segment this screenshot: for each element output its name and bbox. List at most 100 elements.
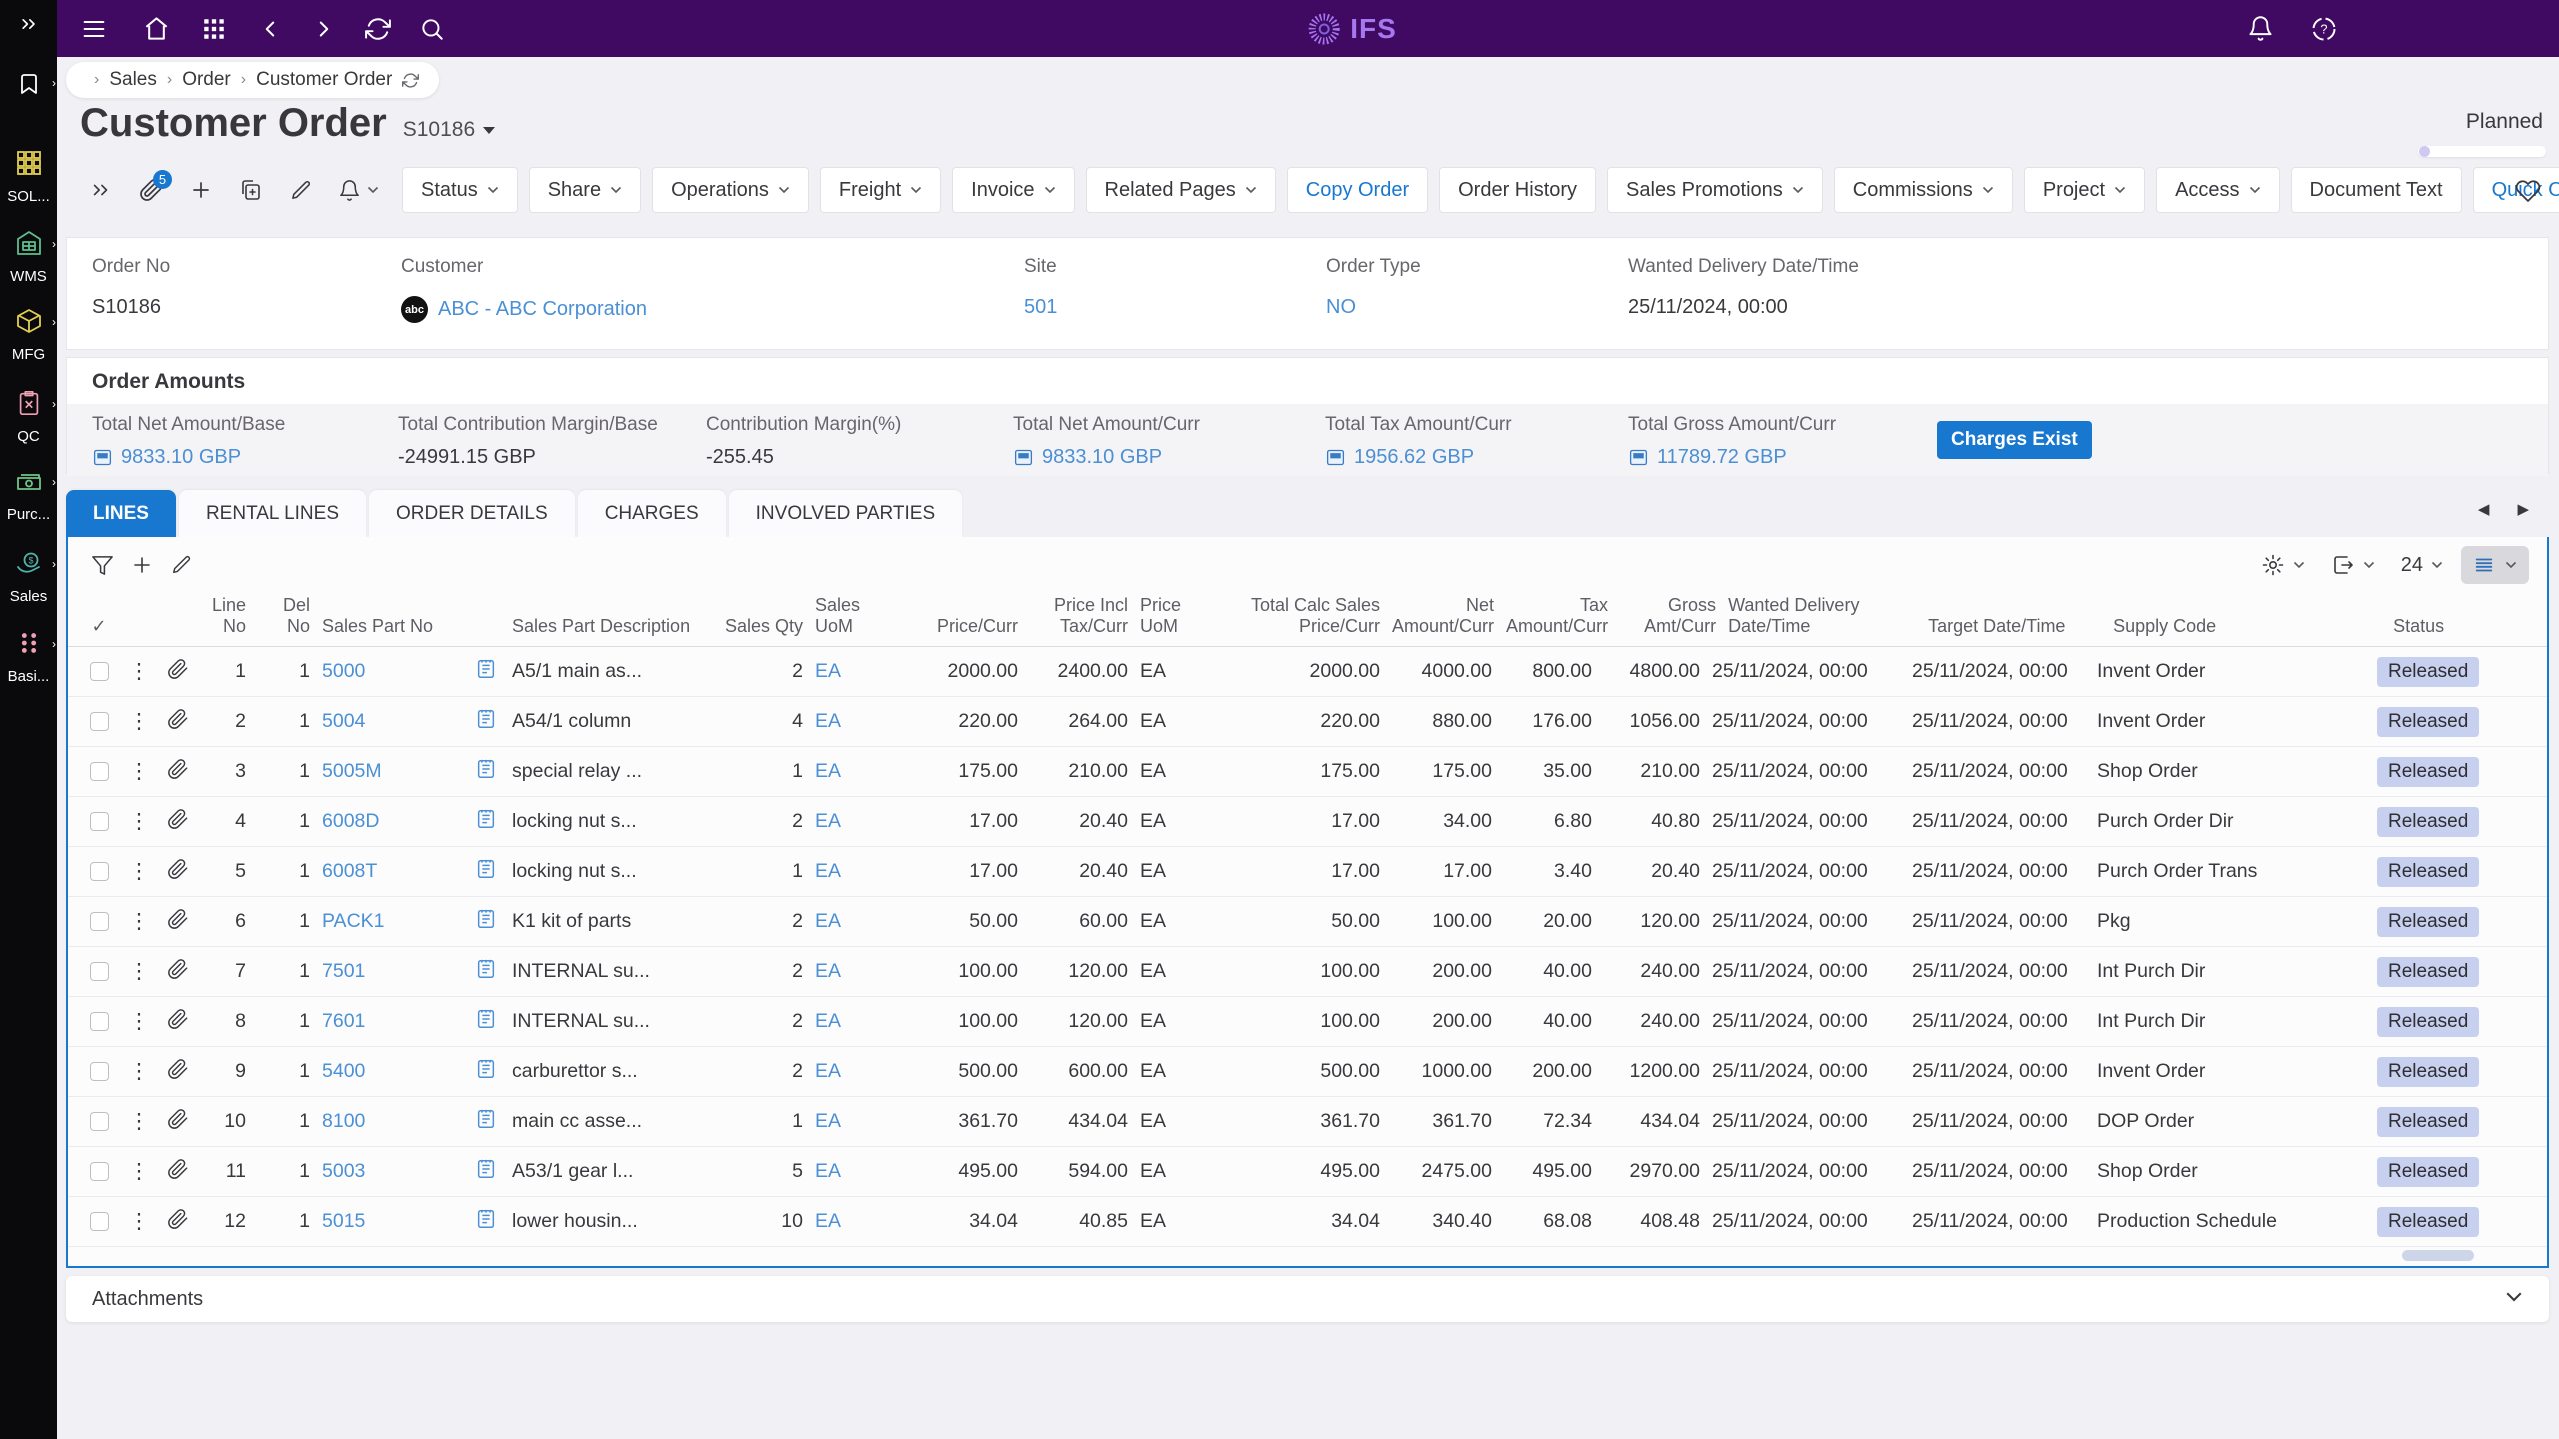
hamburger-menu-icon[interactable]	[71, 6, 117, 52]
toolbar-operations-button[interactable]: Operations	[652, 167, 809, 213]
row-attachment-icon[interactable]	[156, 958, 200, 986]
row-attachment-icon[interactable]	[156, 658, 200, 686]
attachments-paperclip-button[interactable]: 5	[130, 168, 172, 212]
row-menu-icon[interactable]: ⋮	[122, 1011, 156, 1032]
row-checkbox[interactable]	[90, 762, 109, 781]
cell-link[interactable]: 6008T	[322, 860, 377, 882]
tab-rental-lines[interactable]: RENTAL LINES	[179, 490, 366, 537]
apps-grid-icon[interactable]	[191, 6, 237, 52]
sidebar-item-sol[interactable]: SOL...	[0, 148, 57, 205]
cell-link[interactable]: EA	[815, 1110, 841, 1132]
cell-link[interactable]: EA	[815, 910, 841, 932]
cell-link[interactable]: 5003	[322, 1160, 365, 1182]
row-attachment-icon[interactable]	[156, 708, 200, 736]
tab-charges[interactable]: CHARGES	[578, 490, 726, 537]
attachment-paperclip-icon[interactable]	[167, 908, 189, 930]
line-note-icon[interactable]	[475, 1108, 497, 1130]
line-note-icon[interactable]	[475, 658, 497, 680]
toolbar-copy-order-button[interactable]: Copy Order	[1287, 167, 1428, 213]
table-row[interactable]: ⋮1018100main cc asse...1EA361.70434.04EA…	[68, 1097, 2547, 1147]
tab-involved-parties[interactable]: INVOLVED PARTIES	[729, 490, 963, 537]
row-attachment-icon[interactable]	[156, 1208, 200, 1236]
horizontal-scrollbar-thumb[interactable]	[2402, 1250, 2474, 1261]
attachment-paperclip-icon[interactable]	[167, 1108, 189, 1130]
table-row[interactable]: ⋮1215015lower housin...10EA34.0440.85EA3…	[68, 1197, 2547, 1247]
toolbar-invoice-button[interactable]: Invoice	[952, 167, 1074, 213]
line-note-icon[interactable]	[475, 1008, 497, 1030]
home-icon[interactable]	[133, 6, 179, 52]
attachment-paperclip-icon[interactable]	[167, 808, 189, 830]
attachment-paperclip-icon[interactable]	[167, 758, 189, 780]
amount-value[interactable]: 9833.10 GBP	[92, 446, 398, 469]
row-checkbox[interactable]	[90, 1212, 109, 1231]
breadcrumb-customer-order[interactable]: Customer Order	[256, 69, 392, 91]
table-row[interactable]: ⋮516008Tlocking nut s...1EA17.0020.40EA1…	[68, 847, 2547, 897]
row-menu-icon[interactable]: ⋮	[122, 661, 156, 682]
toolbar-project-button[interactable]: Project	[2024, 167, 2145, 213]
cell-link[interactable]: 5004	[322, 710, 365, 732]
row-menu-icon[interactable]: ⋮	[122, 911, 156, 932]
notify-bell-menu[interactable]	[330, 168, 386, 212]
notifications-bell-icon[interactable]	[2237, 6, 2283, 52]
row-menu-icon[interactable]: ⋮	[122, 811, 156, 832]
line-note-icon[interactable]	[475, 858, 497, 880]
amount-value[interactable]: 9833.10 GBP	[1013, 446, 1325, 469]
cell-link[interactable]: EA	[815, 1010, 841, 1032]
line-note-icon[interactable]	[475, 1058, 497, 1080]
table-export-menu[interactable]	[2323, 553, 2383, 577]
cell-link[interactable]: 5015	[322, 1210, 365, 1232]
cell-link[interactable]: EA	[815, 1060, 841, 1082]
sidebar-item-wms[interactable]: WMS›	[0, 228, 57, 285]
view-mode-select[interactable]	[2461, 546, 2529, 584]
favorite-heart-icon[interactable]	[2515, 178, 2541, 209]
expand-commands-icon[interactable]	[80, 168, 122, 212]
row-menu-icon[interactable]: ⋮	[122, 861, 156, 882]
sidebar-item-purc[interactable]: Purc...›	[0, 466, 57, 523]
toolbar-related-pages-button[interactable]: Related Pages	[1086, 167, 1276, 213]
row-attachment-icon[interactable]	[156, 1058, 200, 1086]
row-menu-icon[interactable]: ⋮	[122, 1161, 156, 1182]
row-checkbox[interactable]	[90, 1012, 109, 1031]
cell-link[interactable]: 5005M	[322, 760, 382, 782]
charges-exist-button[interactable]: Charges Exist	[1937, 421, 2092, 459]
back-icon[interactable]	[247, 6, 293, 52]
line-note-icon[interactable]	[475, 708, 497, 730]
row-attachment-icon[interactable]	[156, 858, 200, 886]
cell-link[interactable]: 7501	[322, 960, 365, 982]
attachment-paperclip-icon[interactable]	[167, 658, 189, 680]
cell-link[interactable]: EA	[815, 860, 841, 882]
tab-scroll-right-icon[interactable]: ▶	[2517, 500, 2529, 518]
line-note-icon[interactable]	[475, 1208, 497, 1230]
row-checkbox[interactable]	[90, 862, 109, 881]
sidebar-item-mfg[interactable]: MFG›	[0, 306, 57, 363]
row-checkbox[interactable]	[90, 662, 109, 681]
cell-link[interactable]: PACK1	[322, 910, 385, 932]
row-menu-icon[interactable]: ⋮	[122, 711, 156, 732]
row-attachment-icon[interactable]	[156, 908, 200, 936]
cell-link[interactable]: EA	[815, 760, 841, 782]
tab-scroll-left-icon[interactable]: ◀	[2478, 500, 2490, 518]
add-row-icon[interactable]	[122, 545, 162, 585]
attachment-paperclip-icon[interactable]	[167, 1158, 189, 1180]
page-size-select[interactable]: 24	[2393, 554, 2451, 577]
cell-link[interactable]: 5000	[322, 660, 365, 682]
line-note-icon[interactable]	[475, 908, 497, 930]
table-row[interactable]: ⋮717501INTERNAL su...2EA100.00120.00EA10…	[68, 947, 2547, 997]
table-row[interactable]: ⋮115000A5/1 main as...2EA2000.002400.00E…	[68, 647, 2547, 697]
attachment-paperclip-icon[interactable]	[167, 1058, 189, 1080]
toolbar-order-history-button[interactable]: Order History	[1439, 167, 1596, 213]
cell-link[interactable]: EA	[815, 710, 841, 732]
table-row[interactable]: ⋮315005Mspecial relay ...1EA175.00210.00…	[68, 747, 2547, 797]
table-settings-menu[interactable]	[2253, 553, 2313, 577]
rail-bookmark-button[interactable]: ›	[0, 72, 57, 96]
search-icon[interactable]	[409, 6, 455, 52]
attachment-paperclip-icon[interactable]	[167, 1008, 189, 1030]
cell-link[interactable]: 5400	[322, 1060, 365, 1082]
table-row[interactable]: ⋮215004A54/1 column4EA220.00264.00EA220.…	[68, 697, 2547, 747]
row-checkbox[interactable]	[90, 1062, 109, 1081]
table-row[interactable]: ⋮416008Dlocking nut s...2EA17.0020.40EA1…	[68, 797, 2547, 847]
row-checkbox[interactable]	[90, 1162, 109, 1181]
row-menu-icon[interactable]: ⋮	[122, 1211, 156, 1232]
field-value-text[interactable]: NO	[1326, 296, 1356, 319]
edit-rows-icon[interactable]	[162, 545, 202, 585]
